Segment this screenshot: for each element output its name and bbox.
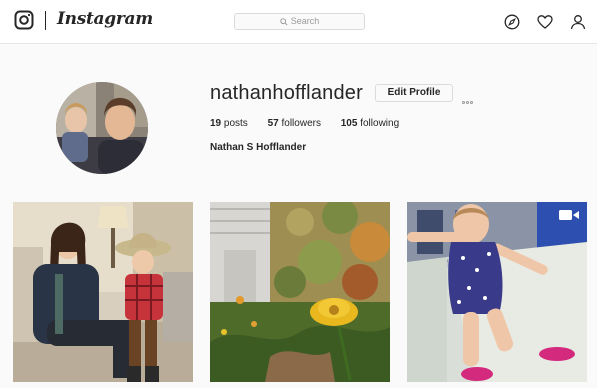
video-camera-icon (559, 210, 579, 220)
followers-stat[interactable]: 57 followers (268, 118, 321, 129)
profile-stats: 19 posts 57 followers 105 following (210, 118, 416, 129)
top-navigation-bar: Instagram Search (0, 0, 597, 44)
more-options-icon[interactable] (462, 91, 478, 104)
search-input[interactable]: Search (234, 13, 365, 30)
following-stat[interactable]: 105 following (341, 118, 399, 129)
instagram-wordmark[interactable]: Instagram (57, 9, 153, 29)
post-thumbnail-1[interactable] (13, 202, 193, 382)
instagram-camera-icon[interactable] (14, 10, 34, 30)
logo-divider (45, 11, 46, 30)
following-count: 105 (340, 118, 358, 129)
followers-count: 57 (267, 118, 279, 129)
posts-count: 19 (210, 118, 222, 129)
following-label: following (360, 118, 400, 129)
avatar-photo (56, 82, 148, 174)
edit-profile-button[interactable]: Edit Profile (375, 84, 453, 102)
post-photo-2 (210, 202, 390, 382)
profile-avatar[interactable] (56, 82, 148, 174)
followers-label: followers (281, 118, 321, 129)
search-icon (280, 17, 288, 26)
post-thumbnail-3[interactable] (407, 202, 587, 382)
posts-count-stat: 19 posts (210, 118, 248, 129)
post-thumbnail-2[interactable] (210, 202, 390, 382)
compass-explore-icon[interactable] (504, 14, 520, 30)
posts-label: posts (223, 118, 248, 129)
person-profile-icon[interactable] (570, 14, 586, 30)
profile-full-name: Nathan S Hofflander (210, 142, 307, 153)
profile-username: nathanhofflander (210, 82, 363, 104)
search-placeholder: Search (290, 16, 320, 26)
heart-activity-icon[interactable] (537, 14, 553, 30)
post-photo-3 (407, 202, 587, 382)
post-photo-1 (13, 202, 193, 382)
